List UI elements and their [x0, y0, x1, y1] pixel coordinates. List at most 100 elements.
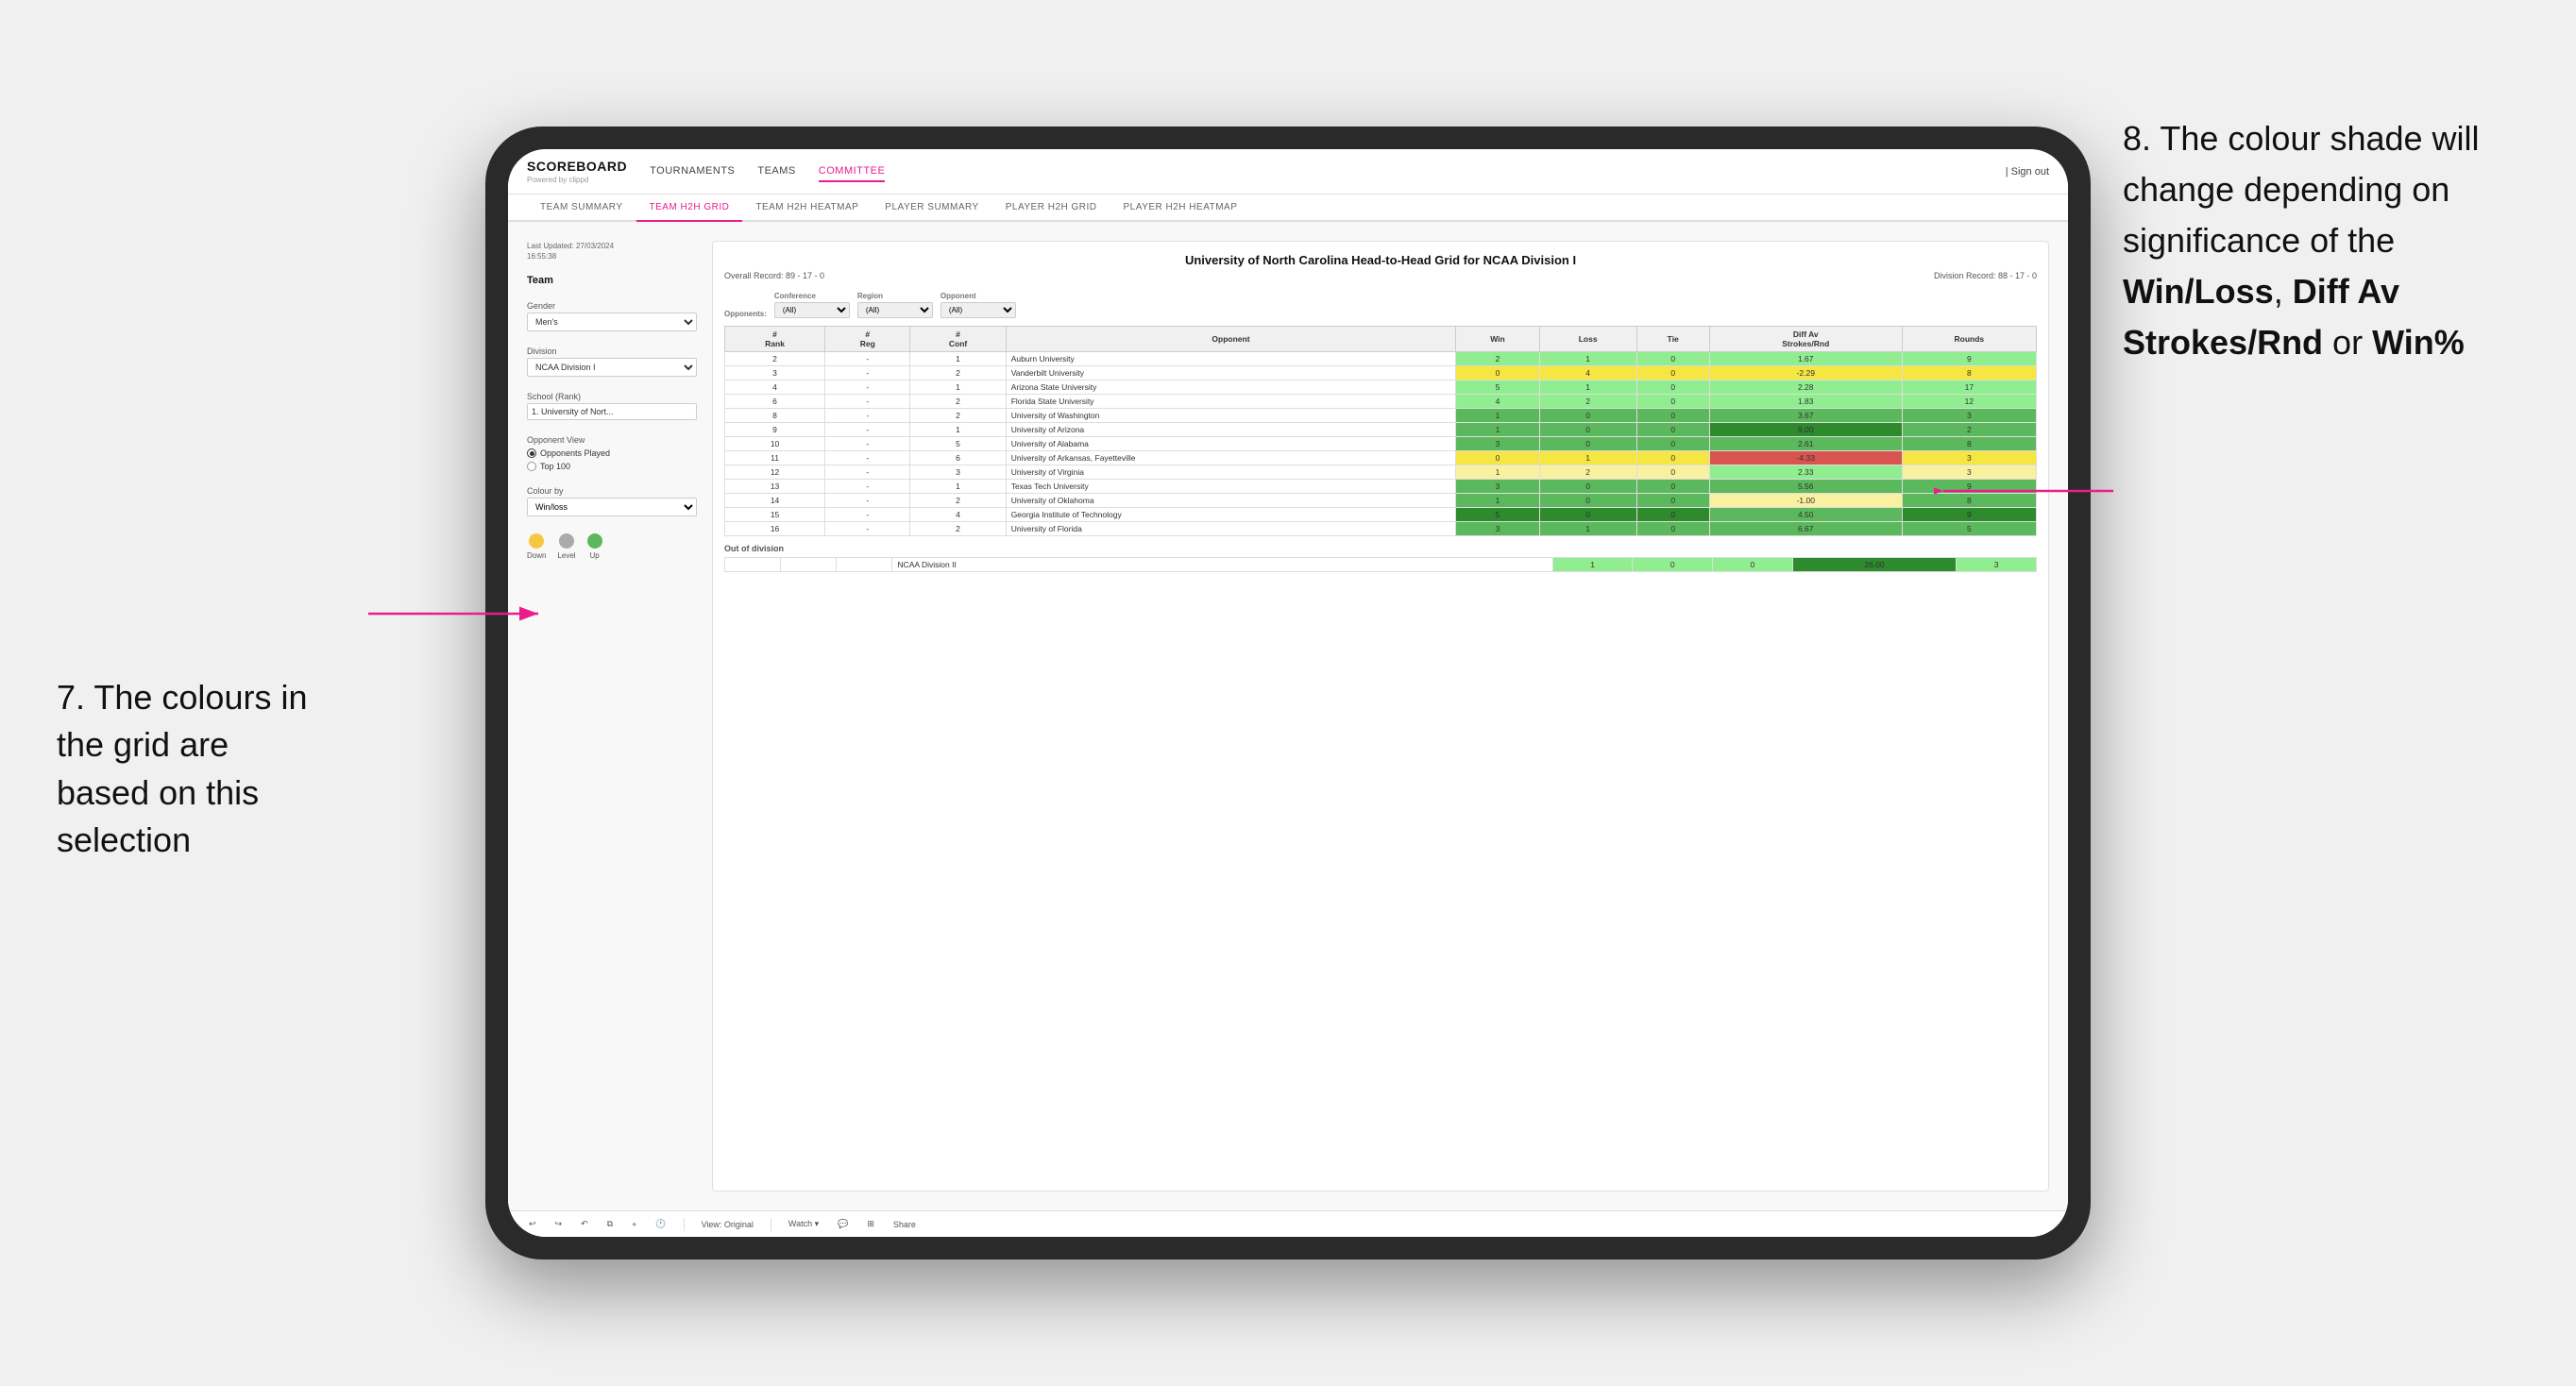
cell-loss: 2	[1539, 395, 1636, 409]
ood-team: NCAA Division II	[892, 558, 1552, 572]
col-opponent: Opponent	[1006, 327, 1456, 352]
table-row: 13 - 1 Texas Tech University 3 0 0 5.56 …	[725, 480, 2037, 494]
cell-conf: 3	[910, 465, 1006, 480]
cell-rank: 9	[725, 423, 825, 437]
cell-conf: 5	[910, 437, 1006, 451]
radio-opponents-played[interactable]: Opponents Played	[527, 448, 697, 458]
cell-team: University of Washington	[1006, 409, 1456, 423]
cell-win: 0	[1456, 451, 1539, 465]
toolbar-comment[interactable]: 💬	[832, 1217, 854, 1231]
toolbar-undo[interactable]: ↩	[523, 1217, 542, 1231]
cell-diff: 5.56	[1709, 480, 1902, 494]
tab-player-summary[interactable]: PLAYER SUMMARY	[872, 194, 991, 222]
sidebar-colour-by-label: Colour by	[527, 486, 697, 496]
cell-rank: 8	[725, 409, 825, 423]
radio-top-100[interactable]: Top 100	[527, 462, 697, 471]
cell-diff: 4.50	[1709, 508, 1902, 522]
cell-rank: 11	[725, 451, 825, 465]
sign-out-link[interactable]: | Sign out	[2006, 166, 2049, 177]
cell-conf: 4	[910, 508, 1006, 522]
cell-loss: 1	[1539, 380, 1636, 395]
cell-loss: 1	[1539, 522, 1636, 536]
cell-win: 5	[1456, 508, 1539, 522]
tab-team-summary[interactable]: TEAM SUMMARY	[527, 194, 636, 222]
cell-tie: 0	[1636, 395, 1709, 409]
cell-team: University of Florida	[1006, 522, 1456, 536]
nav-committee[interactable]: COMMITTEE	[819, 161, 886, 182]
cell-loss: 0	[1539, 508, 1636, 522]
toolbar-view[interactable]: View: Original	[696, 1218, 759, 1231]
ood-rounds: 3	[1957, 558, 2037, 572]
legend-level: Level	[557, 533, 575, 560]
cell-reg: -	[825, 366, 910, 380]
cell-loss: 1	[1539, 451, 1636, 465]
cell-rounds: 3	[1902, 409, 2036, 423]
sidebar-opponent-view-label: Opponent View	[527, 435, 697, 445]
cell-diff: -2.29	[1709, 366, 1902, 380]
cell-reg: -	[825, 451, 910, 465]
cell-diff: -4.33	[1709, 451, 1902, 465]
toolbar-redo[interactable]: ↪	[550, 1217, 568, 1231]
toolbar-sep	[684, 1218, 685, 1231]
table-row: 11 - 6 University of Arkansas, Fayettevi…	[725, 451, 2037, 465]
sidebar-colour-by-select[interactable]: Win/loss	[527, 498, 697, 516]
cell-tie: 0	[1636, 465, 1709, 480]
cell-team: Florida State University	[1006, 395, 1456, 409]
toolbar-back[interactable]: ↶	[575, 1217, 594, 1231]
nav-tournaments[interactable]: TOURNAMENTS	[650, 161, 735, 182]
legend-down-dot	[529, 533, 544, 549]
tab-player-h2h-grid[interactable]: PLAYER H2H GRID	[992, 194, 1110, 222]
opponent-label: Opponent	[941, 292, 1016, 300]
sidebar-team-label: Team	[527, 275, 697, 286]
nav-teams[interactable]: TEAMS	[757, 161, 795, 182]
cell-rank: 15	[725, 508, 825, 522]
grid-title: University of North Carolina Head-to-Hea…	[724, 253, 2037, 267]
sidebar-school-value: 1. University of Nort...	[527, 403, 697, 420]
h2h-grid-table: #Rank #Reg #Conf Opponent Win Loss Tie D…	[724, 326, 2037, 536]
sidebar-division-group: Division NCAA Division I	[527, 341, 697, 377]
cell-rounds: 3	[1902, 465, 2036, 480]
tab-player-h2h-heatmap[interactable]: PLAYER H2H HEATMAP	[1110, 194, 1251, 222]
cell-diff: 3.67	[1709, 409, 1902, 423]
cell-diff: 2.33	[1709, 465, 1902, 480]
sidebar-school-label: School (Rank)	[527, 392, 697, 401]
sidebar-gender-select[interactable]: Men's	[527, 313, 697, 331]
toolbar-add[interactable]: +	[626, 1218, 642, 1231]
cell-diff: 1.83	[1709, 395, 1902, 409]
col-reg: #Reg	[825, 327, 910, 352]
cell-reg: -	[825, 480, 910, 494]
conference-select[interactable]: (All)	[774, 302, 850, 318]
tab-team-h2h-grid[interactable]: TEAM H2H GRID	[636, 194, 743, 222]
tab-team-h2h-heatmap[interactable]: TEAM H2H HEATMAP	[742, 194, 872, 222]
out-of-division-label: Out of division	[724, 544, 2037, 553]
cell-rank: 10	[725, 437, 825, 451]
table-row: 6 - 2 Florida State University 4 2 0 1.8…	[725, 395, 2037, 409]
cell-team: Auburn University	[1006, 352, 1456, 366]
out-of-division-row: NCAA Division II 1 0 0 26.00 3	[725, 558, 2037, 572]
tablet-screen: SCOREBOARD Powered by clippd TOURNAMENTS…	[508, 149, 2068, 1237]
cell-rounds: 9	[1902, 352, 2036, 366]
cell-loss: 0	[1539, 480, 1636, 494]
cell-win: 5	[1456, 380, 1539, 395]
overall-record: Overall Record: 89 - 17 - 0	[724, 271, 824, 280]
col-win: Win	[1456, 327, 1539, 352]
table-row: 10 - 5 University of Alabama 3 0 0 2.61 …	[725, 437, 2037, 451]
out-of-division-table: NCAA Division II 1 0 0 26.00 3	[724, 557, 2037, 572]
table-row: 8 - 2 University of Washington 1 0 0 3.6…	[725, 409, 2037, 423]
cell-rounds: 9	[1902, 480, 2036, 494]
toolbar-share[interactable]: Share	[888, 1218, 922, 1231]
cell-rounds: 2	[1902, 423, 2036, 437]
cell-reg: -	[825, 522, 910, 536]
cell-conf: 1	[910, 380, 1006, 395]
cell-loss: 2	[1539, 465, 1636, 480]
toolbar-copy[interactable]: ⧉	[602, 1217, 619, 1231]
toolbar-clock[interactable]: 🕐	[650, 1217, 671, 1231]
opponent-select[interactable]: (All)	[941, 302, 1016, 318]
toolbar-watch[interactable]: Watch ▾	[783, 1217, 824, 1231]
sidebar-division-select[interactable]: NCAA Division I	[527, 358, 697, 377]
region-select[interactable]: (All)	[857, 302, 933, 318]
legend-down: Down	[527, 533, 546, 560]
toolbar-grid[interactable]: ⊞	[861, 1217, 880, 1231]
radio-opponents-played-dot	[527, 448, 536, 458]
cell-loss: 0	[1539, 437, 1636, 451]
